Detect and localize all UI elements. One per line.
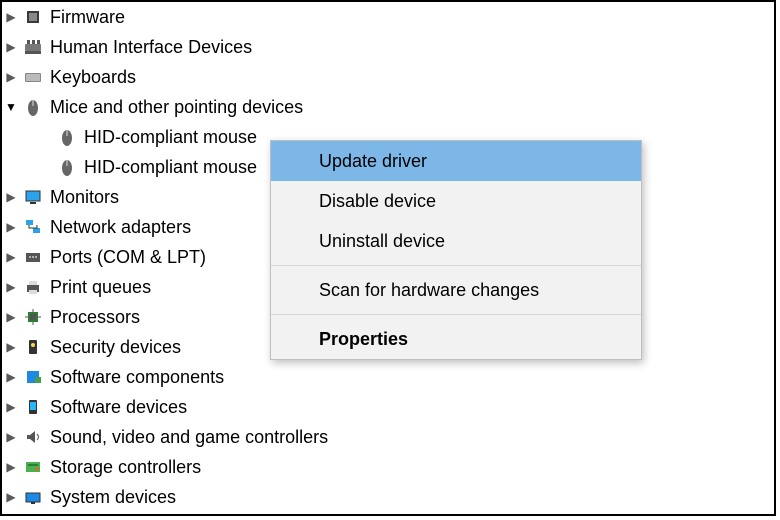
category-label: Processors	[48, 302, 140, 332]
category-label: Software components	[48, 362, 224, 392]
category-label: Software devices	[48, 392, 187, 422]
expand-icon[interactable]: ▶	[2, 32, 20, 62]
expand-icon[interactable]: ▶	[2, 242, 20, 272]
menu-scan-hardware[interactable]: Scan for hardware changes	[271, 270, 641, 310]
menu-disable-device[interactable]: Disable device	[271, 181, 641, 221]
hid-icon	[22, 36, 44, 58]
firmware-icon	[22, 6, 44, 28]
printer-icon	[22, 276, 44, 298]
category-hid[interactable]: ▶ Human Interface Devices	[2, 32, 774, 62]
expand-icon[interactable]: ▶	[2, 332, 20, 362]
category-label: Storage controllers	[48, 452, 201, 482]
category-system-devices[interactable]: ▶ System devices	[2, 482, 774, 512]
expand-icon[interactable]: ▶	[2, 452, 20, 482]
category-keyboards[interactable]: ▶ Keyboards	[2, 62, 774, 92]
expand-icon[interactable]: ▶	[2, 272, 20, 302]
category-label: Ports (COM & LPT)	[48, 242, 206, 272]
category-label: Human Interface Devices	[48, 32, 252, 62]
category-label: Sound, video and game controllers	[48, 422, 328, 452]
sound-icon	[22, 426, 44, 448]
category-firmware[interactable]: ▶ Firmware	[2, 2, 774, 32]
menu-separator	[271, 265, 641, 266]
category-label: Network adapters	[48, 212, 191, 242]
category-sound[interactable]: ▶ Sound, video and game controllers	[2, 422, 774, 452]
category-label: Monitors	[48, 182, 119, 212]
category-label: Print queues	[48, 272, 151, 302]
category-label: Firmware	[48, 2, 125, 32]
mouse-icon	[22, 96, 44, 118]
expand-icon[interactable]: ▶	[2, 212, 20, 242]
cpu-icon	[22, 306, 44, 328]
expand-icon[interactable]: ▶	[2, 2, 20, 32]
category-label: System devices	[48, 482, 176, 512]
network-icon	[22, 216, 44, 238]
menu-separator	[271, 314, 641, 315]
category-label: Mice and other pointing devices	[48, 92, 303, 122]
category-label: Keyboards	[48, 62, 136, 92]
device-label: HID-compliant mouse	[82, 152, 257, 182]
expand-icon[interactable]: ▶	[2, 62, 20, 92]
expand-icon[interactable]: ▶	[2, 302, 20, 332]
mouse-icon	[56, 126, 78, 148]
category-mice[interactable]: ▼ Mice and other pointing devices	[2, 92, 774, 122]
expand-icon[interactable]: ▶	[2, 362, 20, 392]
keyboard-icon	[22, 66, 44, 88]
menu-update-driver[interactable]: Update driver	[271, 141, 641, 181]
expand-icon[interactable]: ▶	[2, 182, 20, 212]
expand-icon[interactable]: ▶	[2, 392, 20, 422]
monitor-icon	[22, 186, 44, 208]
category-software-devices[interactable]: ▶ Software devices	[2, 392, 774, 422]
context-menu: Update driver Disable device Uninstall d…	[270, 140, 642, 360]
software-device-icon	[22, 396, 44, 418]
port-icon	[22, 246, 44, 268]
system-icon	[22, 486, 44, 508]
menu-uninstall-device[interactable]: Uninstall device	[271, 221, 641, 261]
software-component-icon	[22, 366, 44, 388]
category-software-components[interactable]: ▶ Software components	[2, 362, 774, 392]
mouse-icon	[56, 156, 78, 178]
security-icon	[22, 336, 44, 358]
category-storage[interactable]: ▶ Storage controllers	[2, 452, 774, 482]
expand-icon[interactable]: ▶	[2, 422, 20, 452]
menu-properties[interactable]: Properties	[271, 319, 641, 359]
device-label: HID-compliant mouse	[82, 122, 257, 152]
collapse-icon[interactable]: ▼	[2, 92, 20, 122]
category-label: Security devices	[48, 332, 181, 362]
expand-icon[interactable]: ▶	[2, 482, 20, 512]
storage-icon	[22, 456, 44, 478]
